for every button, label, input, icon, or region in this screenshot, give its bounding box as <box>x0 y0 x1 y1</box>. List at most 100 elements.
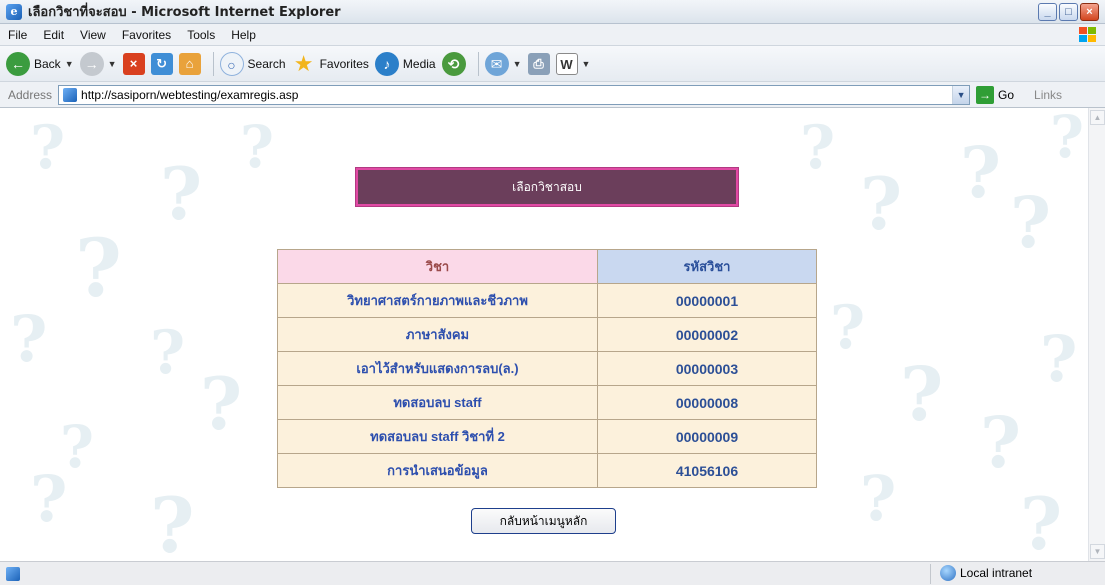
window-title: เลือกวิชาที่จะสอบ - Microsoft Internet E… <box>28 5 341 20</box>
edit-button[interactable]: W ▼ <box>555 52 590 75</box>
subject-link[interactable]: วิทยาศาสตร์กายภาพและชีวภาพ <box>277 283 598 318</box>
menu-edit[interactable]: Edit <box>35 28 72 42</box>
status-divider <box>930 564 931 584</box>
menu-help[interactable]: Help <box>223 28 264 42</box>
menu-favorites[interactable]: Favorites <box>114 28 179 42</box>
subject-code: 41056106 <box>597 453 817 488</box>
question-mark-decoration: ? <box>30 113 66 183</box>
stop-button[interactable]: × <box>122 52 145 75</box>
back-button[interactable]: ← Back ▼ <box>6 51 74 76</box>
media-button[interactable]: ♪ Media <box>374 51 436 76</box>
favorites-button[interactable]: ★ Favorites <box>292 51 369 76</box>
table-row: ทดสอบลบ staff 00000008 <box>277 385 817 420</box>
search-button[interactable]: ○ Search <box>219 51 286 76</box>
question-mark-decoration: ? <box>1050 108 1084 171</box>
mail-button[interactable]: ✉ ▼ <box>484 51 522 76</box>
question-mark-decoration: ? <box>30 462 68 537</box>
favorites-label: Favorites <box>319 56 369 71</box>
menu-bar: File Edit View Favorites Tools Help <box>0 24 1105 46</box>
home-button[interactable]: ⌂ <box>178 52 201 75</box>
subject-link[interactable]: ทดสอบลบ staff <box>277 385 598 420</box>
chevron-down-icon: ▼ <box>107 58 117 69</box>
question-mark-decoration: ? <box>900 352 944 438</box>
back-arrow-icon: ← <box>6 51 30 76</box>
security-zone: Local intranet <box>940 565 1032 581</box>
column-header-subject: วิชา <box>277 249 598 284</box>
question-mark-decoration: ? <box>860 161 903 246</box>
mail-icon: ✉ <box>484 51 509 76</box>
subject-table: วิชา รหัสวิชา วิทยาศาสตร์กายภาพและชีวภาพ… <box>277 249 817 488</box>
subject-link[interactable]: ภาษาสังคม <box>277 317 598 352</box>
minimize-button[interactable]: _ <box>1038 3 1057 21</box>
printer-icon: ⎙ <box>527 52 550 75</box>
go-arrow-icon: → <box>976 85 995 104</box>
question-mark-decoration: ? <box>200 361 243 446</box>
question-mark-decoration: ? <box>160 151 203 236</box>
toolbar: ← Back ▼ → ▼ × ↻ ⌂ ○ Search ★ Favorites … <box>0 46 1105 82</box>
print-button[interactable]: ⎙ <box>527 52 550 75</box>
media-label: Media <box>402 56 436 71</box>
question-mark-decoration: ? <box>800 113 836 183</box>
question-mark-decoration: ? <box>830 293 866 363</box>
subject-link[interactable]: เอาไว้สำหรับแสดงการลบ(ล.) <box>277 351 598 386</box>
page-content: ? ? ? ? ? ? ? ? ? ? ? ? ? ? ? ? ? ? ? ? … <box>0 108 1088 561</box>
page-status-icon <box>6 566 20 581</box>
table-row: วิทยาศาสตร์กายภาพและชีวภาพ 00000001 <box>277 283 817 318</box>
page-title-text: เลือกวิชาสอบ <box>512 179 582 194</box>
refresh-button[interactable]: ↻ <box>150 52 173 75</box>
table-row: ทดสอบลบ staff วิชาที่ 2 00000009 <box>277 419 817 454</box>
search-icon: ○ <box>219 51 244 76</box>
window-controls: _ □ × <box>1038 3 1099 21</box>
menu-tools[interactable]: Tools <box>179 28 223 42</box>
chevron-down-icon[interactable]: ▼ <box>952 85 970 104</box>
word-edit-icon: W <box>555 52 578 75</box>
chevron-down-icon: ▼ <box>512 58 522 69</box>
subject-link[interactable]: การนำเสนอข้อมูล <box>277 453 598 488</box>
go-label: Go <box>998 87 1015 102</box>
column-header-code: รหัสวิชา <box>597 249 817 284</box>
home-icon: ⌂ <box>178 52 201 75</box>
scroll-up-icon[interactable]: ▲ <box>1090 110 1105 125</box>
back-to-main-menu-button[interactable]: กลับหน้าเมนูหลัก <box>471 508 616 534</box>
address-url[interactable]: http://sasiporn/webtesting/examregis.asp <box>81 88 952 102</box>
question-mark-decoration: ? <box>1020 481 1063 561</box>
status-bar: Local intranet <box>0 561 1105 585</box>
subject-code: 00000001 <box>597 283 817 318</box>
address-field[interactable]: http://sasiporn/webtesting/examregis.asp… <box>58 84 971 105</box>
question-mark-decoration: ? <box>150 481 195 562</box>
forward-button[interactable]: → ▼ <box>79 51 117 76</box>
title-bar: e เลือกวิชาที่จะสอบ - Microsoft Internet… <box>0 0 1105 24</box>
subject-code: 00000008 <box>597 385 817 420</box>
subject-code: 00000002 <box>597 317 817 352</box>
stop-icon: × <box>122 52 145 75</box>
question-mark-decoration: ? <box>960 131 1002 214</box>
close-button[interactable]: × <box>1080 3 1099 21</box>
question-mark-decoration: ? <box>980 401 1022 484</box>
question-mark-decoration: ? <box>860 462 897 535</box>
history-button[interactable]: ⟲ <box>441 51 466 76</box>
subject-code: 00000003 <box>597 351 817 386</box>
page-icon <box>63 87 78 102</box>
question-mark-decoration: ? <box>150 318 186 388</box>
intranet-globe-icon <box>940 565 956 581</box>
chevron-down-icon: ▼ <box>64 58 74 69</box>
address-label: Address <box>8 87 53 102</box>
question-mark-decoration: ? <box>1010 181 1052 264</box>
windows-logo-icon <box>1077 26 1097 44</box>
back-label: Back <box>34 56 61 71</box>
links-button[interactable]: Links <box>1034 88 1062 102</box>
go-button[interactable]: → Go <box>976 85 1015 104</box>
question-mark-decoration: ? <box>240 113 274 181</box>
subject-link[interactable]: ทดสอบลบ staff วิชาที่ 2 <box>277 419 598 454</box>
maximize-button[interactable]: □ <box>1059 3 1078 21</box>
history-icon: ⟲ <box>441 51 466 76</box>
vertical-scrollbar[interactable]: ▲ ▼ <box>1088 108 1105 561</box>
menu-view[interactable]: View <box>72 28 114 42</box>
subject-code: 00000009 <box>597 419 817 454</box>
table-row: ภาษาสังคม 00000002 <box>277 317 817 352</box>
toolbar-divider <box>212 51 214 76</box>
menu-file[interactable]: File <box>0 28 35 42</box>
scroll-down-icon[interactable]: ▼ <box>1090 544 1105 559</box>
toolbar-divider <box>477 51 479 76</box>
question-mark-decoration: ? <box>75 221 122 315</box>
